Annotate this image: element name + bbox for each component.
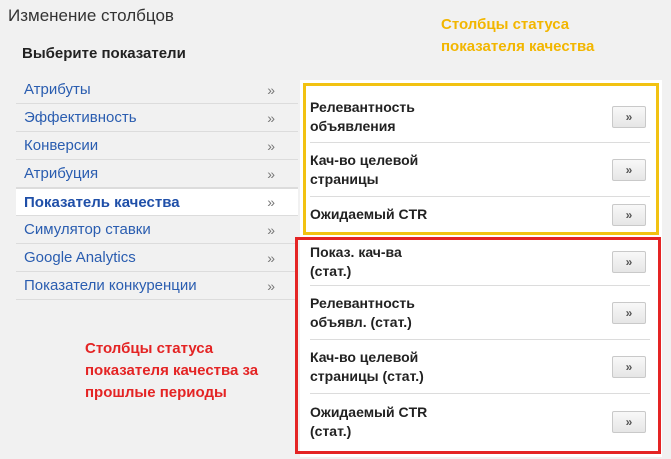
metric-label-line: Релевантность [310, 294, 415, 311]
metric-label: Ожидаемый CTR (стат.) [310, 403, 510, 441]
sidebar-item-google-analytics[interactable]: Google Analytics » [16, 244, 298, 272]
sidebar-item-quality-score[interactable]: Показатель качества » [16, 188, 298, 216]
metric-label-line: Кач-во целевой [310, 348, 419, 365]
sidebar-item-conversions[interactable]: Конверсии » [16, 132, 298, 160]
metric-label-line: объявления [310, 117, 396, 134]
sidebar-item-attributes[interactable]: Атрибуты » [16, 76, 298, 104]
metric-label-line: (стат.) [310, 263, 352, 279]
metric-row: Релевантность объявления » [310, 91, 650, 143]
sidebar-item-performance[interactable]: Эффективность » [16, 104, 298, 132]
metric-label-line: страницы [310, 170, 379, 187]
section-subtitle: Выберите показатели [22, 45, 186, 62]
annotation-line: показателя качества [441, 38, 595, 55]
sidebar-item-attribution[interactable]: Атрибуция » [16, 160, 298, 188]
annotation-line: прошлые периоды [85, 384, 227, 401]
metric-label: Релевантность объявления [310, 98, 510, 136]
chevron-right-icon: » [267, 221, 275, 238]
metric-row: Релевантность объявл. (стат.) » [310, 286, 650, 340]
metric-row: Кач-во целевой страницы » [310, 143, 650, 197]
metric-label-line: (стат.) [310, 423, 352, 439]
sidebar-item-competitive-metrics[interactable]: Показатели конкуренции » [16, 272, 298, 300]
chevron-right-icon: » [267, 249, 275, 266]
metrics-panel: Релевантность объявления » Кач-во целево… [300, 80, 662, 457]
annotation-line: показателя качества за [85, 362, 259, 379]
metric-label-line: Ожидаемый CTR [310, 404, 428, 420]
chevron-right-icon: » [267, 81, 275, 98]
chevron-right-icon: » [267, 165, 275, 182]
add-column-button[interactable]: » [612, 301, 646, 324]
add-column-button[interactable]: » [612, 203, 646, 226]
sidebar-item-label: Атрибуция [24, 165, 99, 182]
chevron-right-icon: » [267, 277, 275, 294]
annotation-line: Столбцы статуса [85, 340, 214, 357]
annotation-line: Столбцы статуса [441, 16, 570, 33]
metric-label: Показ. кач-ва (стат.) [310, 243, 510, 281]
sidebar-item-bid-simulator[interactable]: Симулятор ставки » [16, 216, 298, 244]
metric-label: Ожидаемый CTR [310, 206, 428, 222]
metric-label-line: Показ. кач-ва [310, 244, 402, 260]
sidebar-item-label: Атрибуты [24, 81, 91, 98]
annotation-current-columns: Столбцы статуса показателя качества [441, 14, 641, 58]
sidebar-item-label: Показатель качества [24, 193, 180, 211]
sidebar-item-label: Симулятор ставки [24, 221, 151, 238]
chevron-right-icon: » [267, 194, 275, 210]
metric-label: Кач-во целевой страницы (стат.) [310, 348, 510, 386]
category-sidebar: Атрибуты » Эффективность » Конверсии » А… [16, 76, 298, 300]
sidebar-item-label: Конверсии [24, 137, 99, 154]
metric-label: Кач-во целевой страницы [310, 151, 510, 189]
sidebar-item-label: Показатели конкуренции [24, 277, 197, 294]
sidebar-item-label: Эффективность [24, 109, 137, 126]
metric-row: Ожидаемый CTR (стат.) » [310, 394, 650, 450]
metric-label-line: Релевантность [310, 98, 415, 115]
chevron-right-icon: » [267, 109, 275, 126]
annotation-historical-columns: Столбцы статуса показателя качества за п… [85, 338, 285, 404]
metric-row: Показ. кач-ва (стат.) » [310, 239, 650, 286]
metric-label-line: страницы (стат.) [310, 367, 424, 384]
metric-row: Кач-во целевой страницы (стат.) » [310, 340, 650, 394]
add-column-button[interactable]: » [612, 158, 646, 181]
metric-label-line: объявл. (стат.) [310, 313, 412, 330]
sidebar-item-label: Google Analytics [24, 249, 136, 266]
add-column-button[interactable]: » [612, 251, 646, 273]
page-title: Изменение столбцов [8, 6, 174, 25]
add-column-button[interactable]: » [612, 411, 646, 433]
add-column-button[interactable]: » [612, 105, 646, 128]
metric-label: Релевантность объявл. (стат.) [310, 294, 510, 332]
add-column-button[interactable]: » [612, 355, 646, 378]
chevron-right-icon: » [267, 137, 275, 154]
metric-row: Ожидаемый CTR » [310, 197, 650, 233]
metric-label-line: Кач-во целевой [310, 151, 419, 168]
